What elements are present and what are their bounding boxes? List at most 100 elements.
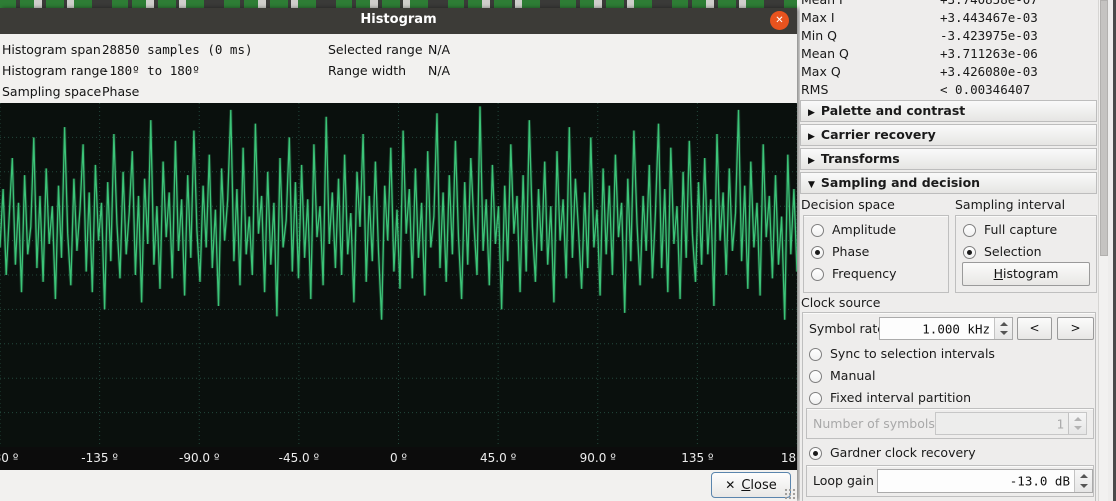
radio-icon xyxy=(811,224,824,237)
panel-scrollbar[interactable] xyxy=(1098,0,1108,501)
stat-value: -3.423975e-03 xyxy=(940,27,1038,45)
histogram-x-axis: -180 º -135 º -90.0 º -45.0 º 0 º 45.0 º 90.0 … xyxy=(0,447,797,470)
sampling-interval-title: Sampling interval xyxy=(955,197,1065,213)
histogram-info-bar: Histogram span28850 samples (0 ms) Histo… xyxy=(0,34,797,103)
stat-row: RMS < 0.00346407 xyxy=(800,81,1096,99)
window-close-button[interactable]: ✕ xyxy=(770,11,789,30)
section-carrier-recovery[interactable]: ▶Carrier recovery xyxy=(800,124,1097,146)
radio-gardner-clock-recovery[interactable]: Gardner clock recovery xyxy=(809,445,976,460)
stat-label: RMS xyxy=(801,81,828,99)
symbol-rate-label: Symbol rate xyxy=(809,321,885,337)
radio-full-capture[interactable]: Full capture xyxy=(963,222,1057,237)
clock-source-title: Clock source xyxy=(801,295,880,311)
sampling-space-value: Phase xyxy=(102,84,139,99)
x-tick-label: 0 º xyxy=(390,451,407,465)
section-sampling-and-decision[interactable]: ▼Sampling and decision xyxy=(800,172,1097,194)
chevron-down-icon: ▼ xyxy=(808,175,815,195)
spinner xyxy=(1068,413,1086,434)
loop-gain-value: -13.0 dB xyxy=(1010,474,1070,489)
prev-symbol-button[interactable]: < xyxy=(1017,317,1052,340)
x-tick-label: -180 º xyxy=(0,451,18,465)
stat-label: Max Q xyxy=(801,63,841,81)
close-x-icon: ✕ xyxy=(725,478,735,492)
spin-down-icon xyxy=(1074,426,1082,430)
number-of-symbols-spinbox: 1 xyxy=(935,412,1087,435)
loop-gain-label: Loop gain xyxy=(813,473,874,489)
x-tick-label: 45.0 º xyxy=(480,451,516,465)
spin-down-icon xyxy=(1080,484,1088,488)
spinner[interactable] xyxy=(1074,470,1092,492)
close-button-label: Close xyxy=(741,478,776,493)
number-of-symbols-value: 1 xyxy=(1056,416,1064,431)
x-tick-label: -90.0 º xyxy=(179,451,220,465)
spin-up-icon xyxy=(1000,322,1008,326)
selected-range-value: N/A xyxy=(428,42,450,57)
number-of-symbols-label: Number of symbols xyxy=(813,416,935,432)
histogram-span-value: 28850 samples (0 ms) xyxy=(102,42,253,57)
histogram-range-label: Histogram range xyxy=(2,63,102,79)
spin-down-icon xyxy=(1000,331,1008,335)
x-tick-label: -45.0 º xyxy=(279,451,320,465)
chevron-right-icon: ▶ xyxy=(808,127,815,147)
dialog-footer: ✕ Close xyxy=(0,470,797,501)
stat-value: +3.740858e-07 xyxy=(940,0,1038,9)
stat-value: +3.443467e-03 xyxy=(940,9,1038,27)
histogram-button[interactable]: Histogram xyxy=(962,262,1090,286)
radio-amplitude[interactable]: Amplitude xyxy=(811,222,896,237)
stat-value: < 0.00346407 xyxy=(940,81,1030,99)
sampling-space-label: Sampling space xyxy=(2,84,102,100)
stat-label: Min Q xyxy=(801,27,837,45)
radio-manual[interactable]: Manual xyxy=(809,368,875,383)
stat-value: +3.426080e-03 xyxy=(940,63,1038,81)
x-tick-label: 90.0 º xyxy=(580,451,616,465)
scrollbar-thumb[interactable] xyxy=(1100,0,1108,256)
radio-checked-icon xyxy=(809,447,822,460)
stat-row: Max I +3.443467e-03 xyxy=(800,9,1096,27)
stat-label: Mean I xyxy=(801,0,843,9)
chevron-right-icon: ▶ xyxy=(808,151,815,171)
loop-gain-spinbox[interactable]: -13.0 dB xyxy=(877,469,1093,493)
inspector-panel: Mean I +3.740858e-07 Max I +3.443467e-03… xyxy=(800,0,1116,501)
histogram-span-label: Histogram span xyxy=(2,42,102,58)
next-symbol-button[interactable]: > xyxy=(1057,317,1094,340)
range-width-label: Range width xyxy=(328,63,428,79)
radio-icon xyxy=(809,392,822,405)
resize-grip[interactable] xyxy=(784,488,796,500)
radio-phase[interactable]: Phase xyxy=(811,244,869,259)
radio-selection[interactable]: Selection xyxy=(963,244,1042,259)
close-button[interactable]: ✕ Close xyxy=(711,472,791,498)
x-tick-label: -135 º xyxy=(81,451,118,465)
radio-sync-to-selection[interactable]: Sync to selection intervals xyxy=(809,346,995,361)
stat-row: Mean I +3.740858e-07 xyxy=(800,0,1096,9)
symbol-rate-spinbox[interactable]: 1.000 kHz xyxy=(879,317,1013,340)
histogram-plot[interactable] xyxy=(0,103,797,447)
radio-icon xyxy=(811,268,824,281)
dialog-titlebar[interactable]: Histogram ✕ xyxy=(0,8,797,34)
selected-range-label: Selected range xyxy=(328,42,428,58)
spinner[interactable] xyxy=(994,318,1012,339)
section-transforms[interactable]: ▶Transforms xyxy=(800,148,1097,170)
radio-checked-icon xyxy=(811,246,824,259)
radio-frequency[interactable]: Frequency xyxy=(811,266,897,281)
section-palette-and-contrast[interactable]: ▶Palette and contrast xyxy=(800,100,1097,122)
histogram-range-value: -180º to 180º xyxy=(102,63,200,78)
stat-row: Max Q +3.426080e-03 xyxy=(800,63,1096,81)
spin-up-icon xyxy=(1080,474,1088,478)
symbol-rate-value: 1.000 kHz xyxy=(922,321,990,336)
radio-icon xyxy=(809,370,822,383)
stat-label: Mean Q xyxy=(801,45,849,63)
background-app-strip xyxy=(0,0,797,8)
close-icon: ✕ xyxy=(775,15,783,26)
radio-checked-icon xyxy=(963,246,976,259)
range-width-value: N/A xyxy=(428,63,450,78)
stat-row: Min Q -3.423975e-03 xyxy=(800,27,1096,45)
x-tick-label: 180 º xyxy=(781,451,797,465)
stat-value: +3.711263e-06 xyxy=(940,45,1038,63)
chevron-right-icon: ▶ xyxy=(808,103,815,123)
stat-row: Mean Q +3.711263e-06 xyxy=(800,45,1096,63)
radio-fixed-interval-partition[interactable]: Fixed interval partition xyxy=(809,390,971,405)
radio-icon xyxy=(963,224,976,237)
x-tick-label: 135 º xyxy=(681,451,713,465)
spin-up-icon xyxy=(1074,417,1082,421)
dialog-title: Histogram xyxy=(0,12,797,27)
